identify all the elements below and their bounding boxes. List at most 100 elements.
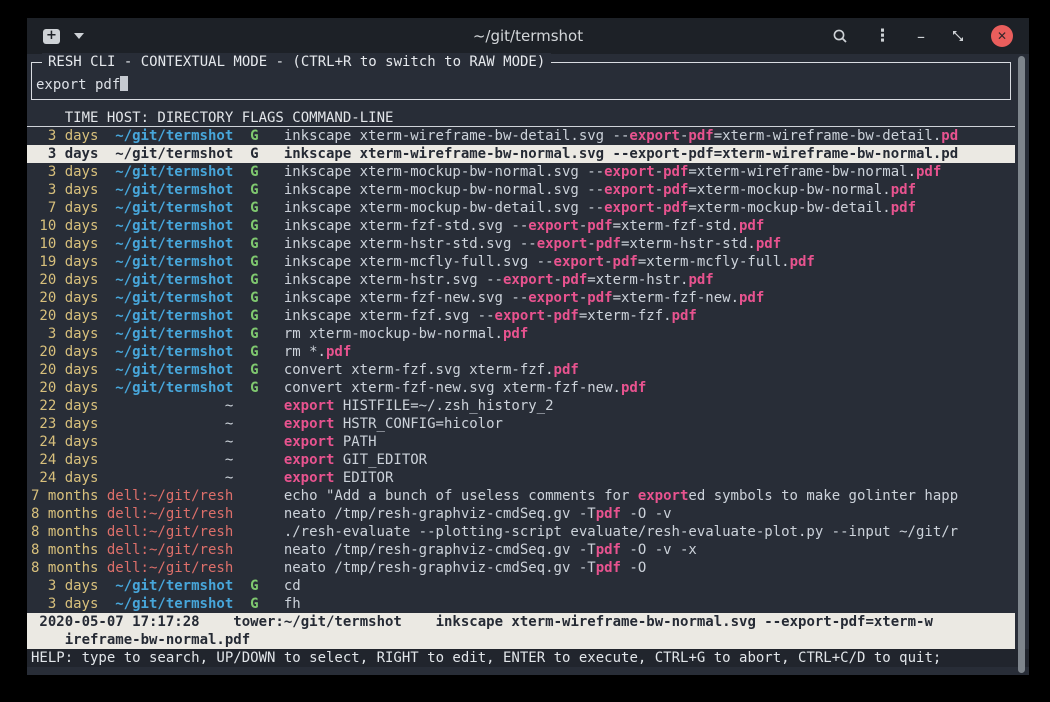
entry-command: neato /tmp/resh-graphviz-cmdSeq.gv -Tpdf…: [284, 559, 1011, 577]
entry-flags: G: [250, 181, 258, 199]
history-row[interactable]: 20 days~/git/termshotGinkscape xterm-fzf…: [27, 289, 1015, 307]
command-segment: export: [604, 200, 655, 216]
command-segment: -: [545, 308, 553, 324]
command-segment: export: [284, 470, 335, 486]
entry-time: 20 days: [31, 307, 98, 325]
entry-command: inkscape xterm-hstr-std.svg --export-pdf…: [284, 235, 1011, 253]
command-segment: export: [638, 488, 689, 504]
history-row[interactable]: 8 monthsdell:~/git/reshneato /tmp/resh-g…: [27, 505, 1015, 523]
entry-time: 22 days: [31, 397, 98, 415]
history-row[interactable]: 24 days~export GIT_EDITOR: [27, 451, 1015, 469]
entry-command: rm xterm-mockup-bw-normal.pdf: [284, 325, 1011, 343]
history-row[interactable]: 10 days~/git/termshotGinkscape xterm-fzf…: [27, 217, 1015, 235]
history-row[interactable]: 20 days~/git/termshotGrm *.pdf: [27, 343, 1015, 361]
command-segment: -: [587, 236, 595, 252]
command-segment: inkscape xterm-hstr.svg --: [284, 272, 503, 288]
history-row[interactable]: 23 days~export HSTR_CONFIG=hicolor: [27, 415, 1015, 433]
entry-time: 3 days: [31, 181, 98, 199]
chevron-down-icon[interactable]: [74, 33, 84, 39]
command-segment: pdf: [587, 218, 612, 234]
entry-directory: ~/git/termshot: [107, 343, 233, 361]
history-row[interactable]: 3 days~/git/termshotGinkscape xterm-mock…: [27, 181, 1015, 199]
history-row[interactable]: 3 days~/git/termshotGinkscape xterm-wire…: [27, 127, 1015, 145]
command-segment: export: [629, 146, 680, 162]
command-segment: neato /tmp/resh-graphviz-cmdSeq.gv -T: [284, 506, 596, 522]
history-row[interactable]: 8 monthsdell:~/git/resh./resh-evaluate -…: [27, 523, 1015, 541]
command-segment: cd: [284, 578, 301, 594]
entry-flags: G: [250, 289, 258, 307]
entry-flags: G: [250, 595, 258, 613]
command-segment: pdf: [326, 344, 351, 360]
command-segment: export: [604, 164, 655, 180]
table-header: TIME HOST: DIRECTORY FLAGS COMMAND-LINE: [27, 109, 1015, 127]
history-row[interactable]: 8 monthsdell:~/git/reshneato /tmp/resh-g…: [27, 541, 1015, 559]
history-row[interactable]: 20 days~/git/termshotGinkscape xterm-hst…: [27, 271, 1015, 289]
command-segment: -: [655, 182, 663, 198]
scrollbar[interactable]: [1018, 56, 1026, 673]
new-tab-button[interactable]: +: [43, 29, 60, 44]
history-row[interactable]: 10 days~/git/termshotGinkscape xterm-hst…: [27, 235, 1015, 253]
close-button[interactable]: ✕: [991, 25, 1013, 47]
command-segment: ed symbols to make golinter happ: [688, 488, 958, 504]
entry-command: rm *.pdf: [284, 343, 1011, 361]
entry-flags: [250, 559, 258, 577]
command-segment: fh: [284, 596, 301, 612]
command-segment: pdf: [554, 308, 579, 324]
history-row[interactable]: 3 days~/git/termshotGinkscape xterm-mock…: [27, 163, 1015, 181]
history-row[interactable]: 8 monthsdell:~/git/reshneato /tmp/resh-g…: [27, 559, 1015, 577]
command-segment: export: [284, 452, 335, 468]
entry-flags: G: [250, 199, 258, 217]
command-segment: inkscape xterm-mockup-bw-normal.svg --: [284, 182, 604, 198]
entry-directory: ~/git/termshot: [107, 163, 233, 181]
entry-flags: [250, 505, 258, 523]
history-row[interactable]: 20 days~/git/termshotGconvert xterm-fzf-…: [27, 379, 1015, 397]
entry-time: 24 days: [31, 433, 98, 451]
entry-time: 20 days: [31, 289, 98, 307]
entry-directory: ~: [107, 415, 233, 433]
entry-command: convert xterm-fzf.svg xterm-fzf.pdf: [284, 361, 1011, 379]
entry-time: 3 days: [31, 325, 98, 343]
history-row[interactable]: 3 days~/git/termshotGfh: [27, 595, 1015, 613]
command-segment: inkscape xterm-hstr-std.svg --: [284, 236, 537, 252]
history-row[interactable]: 3 days~/git/termshotGrm xterm-mockup-bw-…: [27, 325, 1015, 343]
history-row[interactable]: 24 days~export PATH: [27, 433, 1015, 451]
help-bar: HELP: type to search, UP/DOWN to select,…: [27, 649, 1029, 667]
entry-command: inkscape xterm-wireframe-bw-detail.svg -…: [284, 127, 1011, 145]
history-row[interactable]: 19 days~/git/termshotGinkscape xterm-mcf…: [27, 253, 1015, 271]
command-segment: echo "Add a bunch of useless comments fo…: [284, 488, 638, 504]
history-row[interactable]: 20 days~/git/termshotGconvert xterm-fzf.…: [27, 361, 1015, 379]
entry-command: neato /tmp/resh-graphviz-cmdSeq.gv -Tpdf…: [284, 505, 1011, 523]
entry-time: 3 days: [31, 163, 98, 181]
minimize-button[interactable]: –: [917, 27, 925, 46]
command-segment: pdf: [587, 290, 612, 306]
command-segment: export: [284, 416, 335, 432]
entry-directory: ~/git/termshot: [107, 127, 233, 145]
command-segment: export: [528, 290, 579, 306]
entry-directory: ~: [107, 451, 233, 469]
history-row[interactable]: 22 days~export HISTFILE=~/.zsh_history_2: [27, 397, 1015, 415]
entry-command: cd: [284, 577, 1011, 595]
search-button[interactable]: [832, 28, 848, 44]
entry-time: 3 days: [31, 127, 98, 145]
history-row[interactable]: 20 days~/git/termshotGinkscape xterm-fzf…: [27, 307, 1015, 325]
command-segment: pdf: [613, 254, 638, 270]
command-segment: pdf: [596, 236, 621, 252]
history-row[interactable]: 3 days~/git/termshotGinkscape xterm-wire…: [27, 145, 1015, 163]
search-icon: [832, 28, 848, 44]
entry-command: inkscape xterm-hstr.svg --export-pdf=xte…: [284, 271, 1011, 289]
history-row[interactable]: 7 monthsdell:~/git/reshecho "Add a bunch…: [27, 487, 1015, 505]
entry-command: inkscape xterm-fzf.svg --export-pdf=xter…: [284, 307, 1011, 325]
restore-button[interactable]: [951, 29, 965, 43]
scrollbar-thumb[interactable]: [1018, 56, 1025, 673]
entry-command: inkscape xterm-mcfly-full.svg --export-p…: [284, 253, 1011, 271]
entry-directory: dell:~/git/resh: [107, 559, 233, 577]
desktop: + ~/git/termshot ⋮ –: [0, 0, 1050, 702]
command-segment: pdf: [554, 362, 579, 378]
entry-flags: G: [250, 235, 258, 253]
command-segment: -: [655, 200, 663, 216]
history-row[interactable]: 24 days~export EDITOR: [27, 469, 1015, 487]
history-row[interactable]: 3 days~/git/termshotGcd: [27, 577, 1015, 595]
menu-button[interactable]: ⋮: [874, 26, 891, 46]
terminal-content[interactable]: RESH CLI - CONTEXTUAL MODE - (CTRL+R to …: [27, 54, 1029, 675]
history-row[interactable]: 7 days~/git/termshotGinkscape xterm-mock…: [27, 199, 1015, 217]
